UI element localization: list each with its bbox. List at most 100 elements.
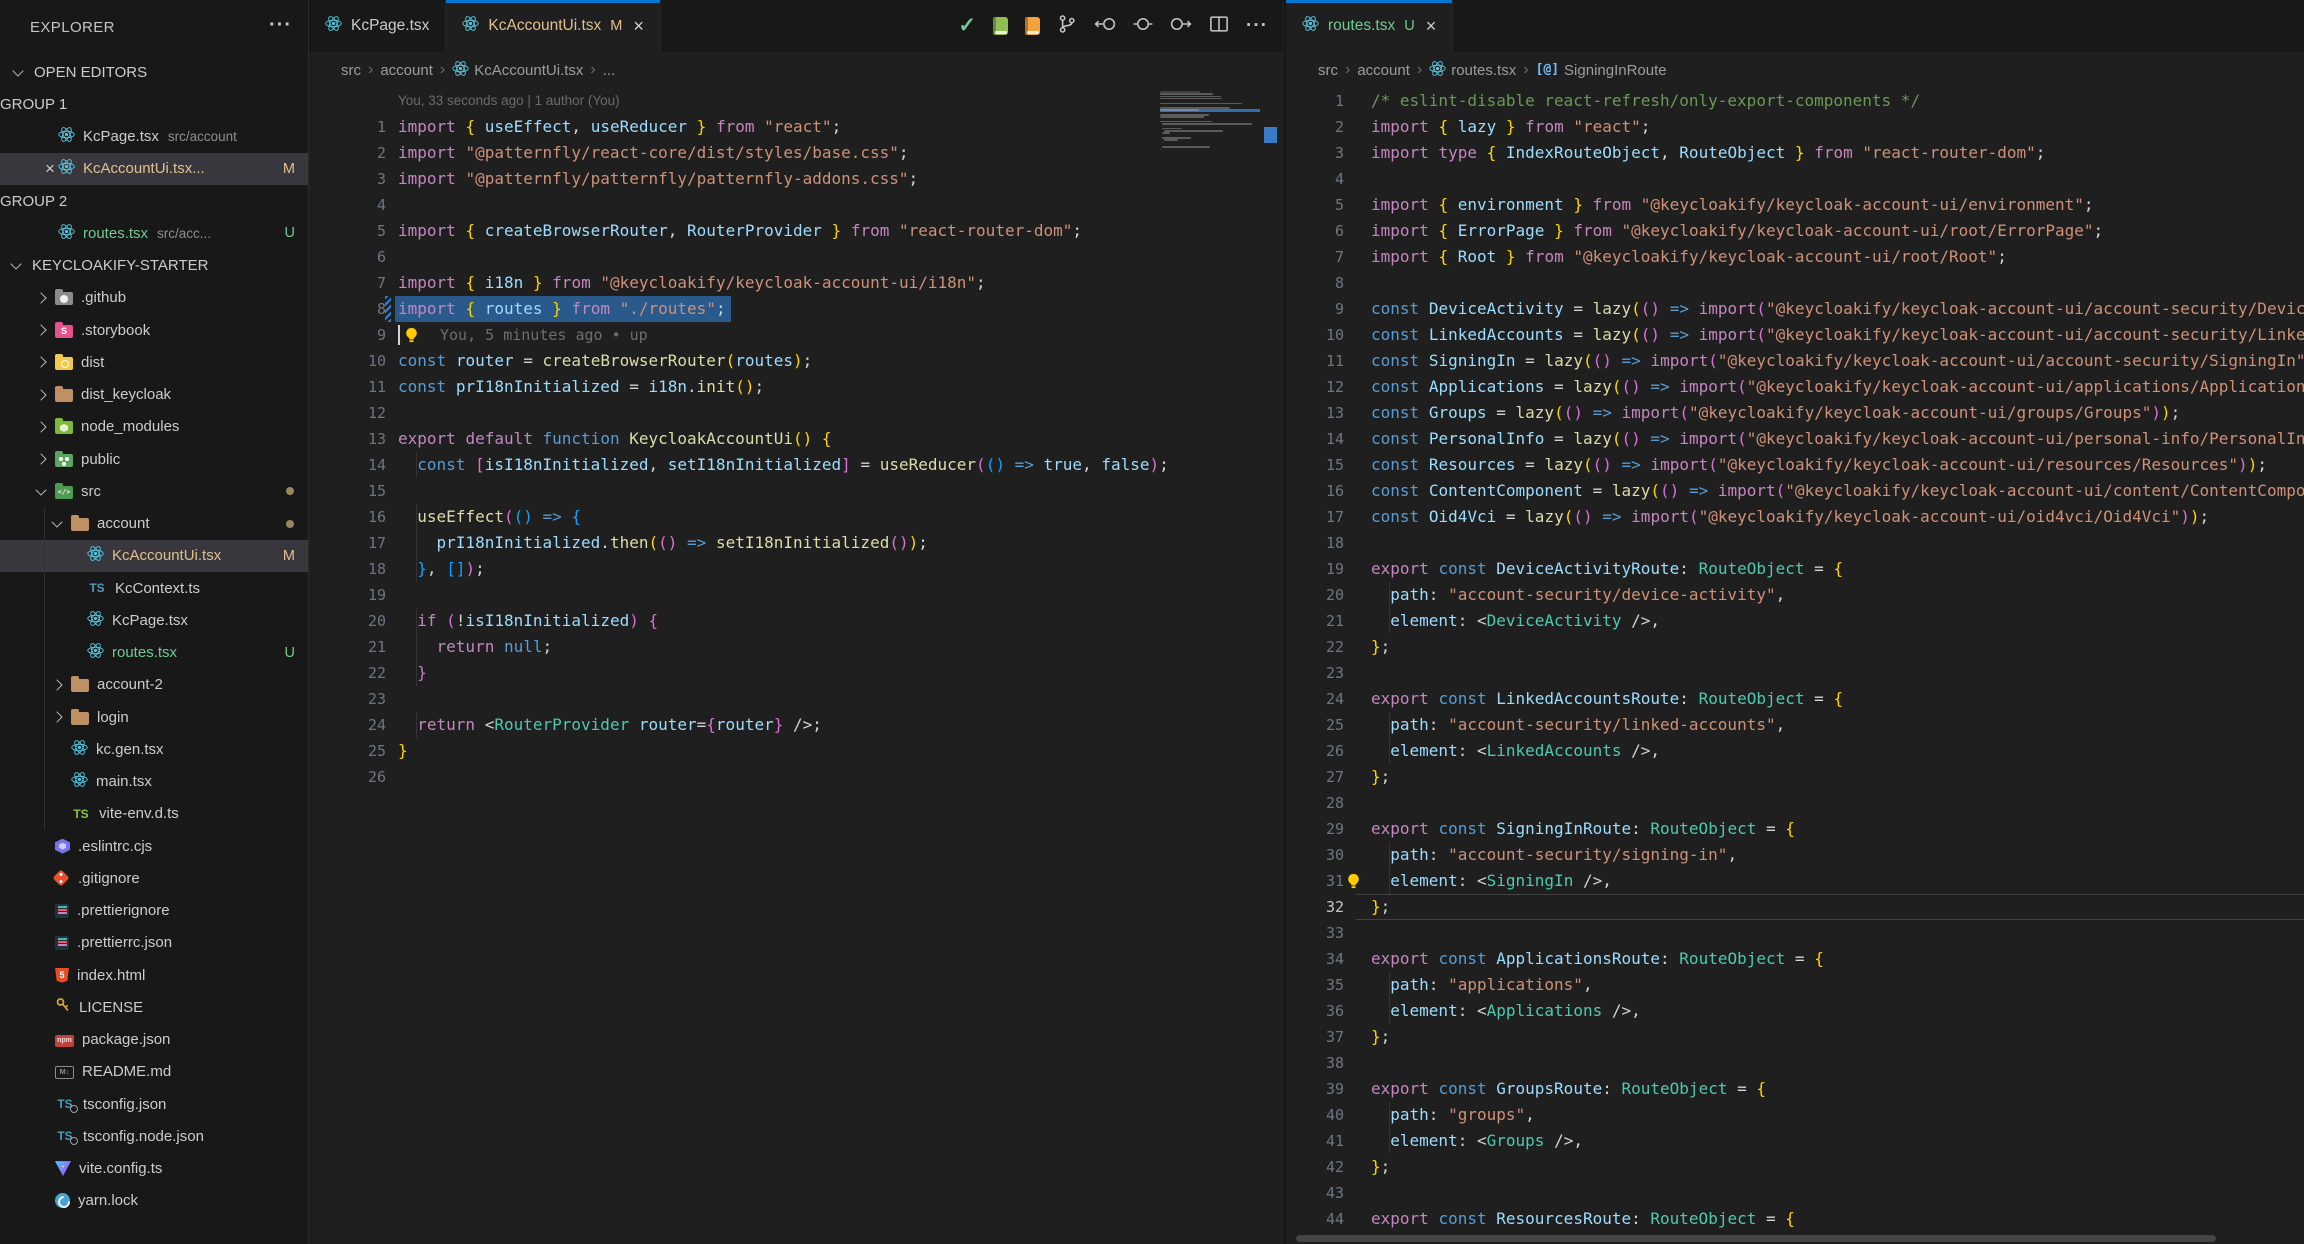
code-editor-routes[interactable]: 1/* eslint-disable react-refresh/only-ex… [1286,88,2304,1244]
code-line-40[interactable]: 40 path: "groups", [1286,1102,2304,1128]
code-line-23[interactable]: 23 [309,686,1282,712]
code-line-9[interactable]: 9const DeviceActivity = lazy(() => impor… [1286,296,2304,322]
tree-folder--storybook[interactable]: .storybook [0,314,308,346]
toolbar-book-green-icon[interactable] [993,17,1008,35]
code-line-16[interactable]: 16 useEffect(() => { [309,504,1282,530]
tree-folder-public[interactable]: public [0,443,308,475]
code-line-7[interactable]: 7import { i18n } from "@keycloakify/keyc… [309,270,1282,296]
breadcrumb-item[interactable]: routes.tsx [1429,60,1516,81]
code-line-14[interactable]: 14const PersonalInfo = lazy(() => import… [1286,426,2304,452]
toolbar-prev-change-icon[interactable] [1094,14,1116,39]
tab-routes-tsx[interactable]: routes.tsxU× [1286,0,1453,52]
open-editors-group-label[interactable]: GROUP 1 [0,88,308,120]
code-line-14[interactable]: 14 const [isI18nInitialized, setI18nInit… [309,452,1282,478]
chevron-right-icon[interactable] [33,358,49,366]
code-line-2[interactable]: 2import { lazy } from "react"; [1286,114,2304,140]
breadcrumb-item[interactable]: account [1357,62,1410,79]
code-line-16[interactable]: 16const ContentComponent = lazy(() => im… [1286,478,2304,504]
code-line-39[interactable]: 39export const GroupsRoute: RouteObject … [1286,1076,2304,1102]
code-line-1[interactable]: 1import { useEffect, useReducer } from "… [309,114,1282,140]
code-line-1[interactable]: 1/* eslint-disable react-refresh/only-ex… [1286,88,2304,114]
tree-item-tsconfig-node-json[interactable]: TStsconfig.node.json [0,1120,308,1152]
code-line-9[interactable]: 9You, 5 minutes ago • up [309,322,1282,348]
code-line-36[interactable]: 36 element: <Applications />, [1286,998,2304,1024]
section-root-folder[interactable]: KEYCLOAKIFY-STARTER [0,250,308,282]
code-line-3[interactable]: 3import type { IndexRouteObject, RouteOb… [1286,140,2304,166]
code-line-8[interactable]: 8 [1286,270,2304,296]
code-line-35[interactable]: 35 path: "applications", [1286,972,2304,998]
tree-item--prettierrc-json[interactable]: .prettierrc.json [0,927,308,959]
code-line-24[interactable]: 24 return <RouterProvider router={router… [309,712,1282,738]
tree-item--eslintrc-cjs[interactable]: .eslintrc.cjs [0,830,308,862]
code-line-22[interactable]: 22}; [1286,634,2304,660]
chevron-right-icon[interactable] [49,681,65,689]
tree-item-routes-tsx[interactable]: routes.tsxU [0,637,308,669]
tree-item-license[interactable]: LICENSE [0,991,308,1023]
code-line-29[interactable]: 29export const SigningInRoute: RouteObje… [1286,816,2304,842]
code-line-33[interactable]: 33 [1286,920,2304,946]
open-editors-group-label[interactable]: GROUP 2 [0,185,308,217]
code-line-34[interactable]: 34export const ApplicationsRoute: RouteO… [1286,946,2304,972]
breadcrumb-item[interactable]: src [1318,62,1338,79]
code-editor-kcaccountui[interactable]: You, 33 seconds ago | 1 author (You)1imp… [309,88,1282,1244]
code-line-42[interactable]: 42}; [1286,1154,2304,1180]
code-line-23[interactable]: 23 [1286,660,2304,686]
tab-kcaccountui-tsx[interactable]: KcAccountUi.tsxM× [446,0,660,52]
toolbar-check-icon[interactable]: ✓ [958,17,976,35]
tree-folder-account-2[interactable]: account-2 [0,669,308,701]
tree-item-kcpage-tsx[interactable]: KcPage.tsx [0,604,308,636]
tree-folder-src[interactable]: src [0,475,308,507]
tree-item-kccontext-ts[interactable]: TSKcContext.ts [0,572,308,604]
tree-folder-dist-keycloak[interactable]: dist_keycloak [0,379,308,411]
tree-item--gitignore[interactable]: .gitignore [0,862,308,894]
code-line-41[interactable]: 41 element: <Groups />, [1286,1128,2304,1154]
code-line-21[interactable]: 21 return null; [309,634,1282,660]
code-line-11[interactable]: 11const SigningIn = lazy(() => import("@… [1286,348,2304,374]
toolbar-split-icon[interactable] [1209,14,1229,39]
code-line-10[interactable]: 10const LinkedAccounts = lazy(() => impo… [1286,322,2304,348]
code-line-12[interactable]: 12const Applications = lazy(() => import… [1286,374,2304,400]
code-line-20[interactable]: 20 path: "account-security/device-activi… [1286,582,2304,608]
tree-item-routes-tsx[interactable]: routes.tsxsrc/acc...U [0,217,308,249]
tree-item-tsconfig-json[interactable]: TStsconfig.json [0,1088,308,1120]
tab-close-icon[interactable]: × [1426,16,1437,37]
tree-item--prettierignore[interactable]: .prettierignore [0,895,308,927]
code-line-13[interactable]: 13const Groups = lazy(() => import("@key… [1286,400,2304,426]
tab-kcpage-tsx[interactable]: KcPage.tsx [309,0,446,52]
code-line-5[interactable]: 5import { createBrowserRouter, RouterPro… [309,218,1282,244]
breadcrumb-item[interactable]: src [341,62,361,79]
chevron-down-icon[interactable] [33,489,49,494]
code-line-6[interactable]: 6 [309,244,1282,270]
tree-item-readme-md[interactable]: README.md [0,1056,308,1088]
chevron-down-icon[interactable] [49,521,65,526]
code-line-38[interactable]: 38 [1286,1050,2304,1076]
chevron-right-icon[interactable] [33,423,49,431]
code-line-18[interactable]: 18 }, []); [309,556,1282,582]
tree-item-index-html[interactable]: index.html [0,959,308,991]
chevron-right-icon[interactable] [33,455,49,463]
tree-folder-login[interactable]: login [0,701,308,733]
code-line-6[interactable]: 6import { ErrorPage } from "@keycloakify… [1286,218,2304,244]
code-line-13[interactable]: 13export default function KeycloakAccoun… [309,426,1282,452]
code-line-15[interactable]: 15const Resources = lazy(() => import("@… [1286,452,2304,478]
tree-item-kcpage-tsx[interactable]: KcPage.tsxsrc/account [0,121,308,153]
code-line-8[interactable]: 8import { routes } from "./routes"; [309,296,1282,322]
chevron-right-icon[interactable] [49,713,65,721]
code-line-7[interactable]: 7import { Root } from "@keycloakify/keyc… [1286,244,2304,270]
chevron-down-icon[interactable] [10,70,26,75]
code-line-26[interactable]: 26 [309,764,1282,790]
breadcrumb-item[interactable]: [@]SigningInRoute [1536,62,1667,79]
horizontal-scrollbar-thumb[interactable] [1296,1235,2216,1242]
tree-item-kc-gen-tsx[interactable]: kc.gen.tsx [0,733,308,765]
code-line-28[interactable]: 28 [1286,790,2304,816]
tab-close-icon[interactable]: × [633,16,644,37]
toolbar-book-orange-icon[interactable] [1025,17,1040,35]
code-line-11[interactable]: 11const prI18nInitialized = i18n.init(); [309,374,1282,400]
code-line-20[interactable]: 20 if (!isI18nInitialized) { [309,608,1282,634]
code-line-5[interactable]: 5import { environment } from "@keycloaki… [1286,192,2304,218]
toolbar-next-change-icon[interactable] [1170,14,1192,39]
code-line-4[interactable]: 4 [1286,166,2304,192]
tree-folder-dist[interactable]: dist [0,346,308,378]
code-line-25[interactable]: 25 path: "account-security/linked-accoun… [1286,712,2304,738]
code-line-24[interactable]: 24export const LinkedAccountsRoute: Rout… [1286,686,2304,712]
